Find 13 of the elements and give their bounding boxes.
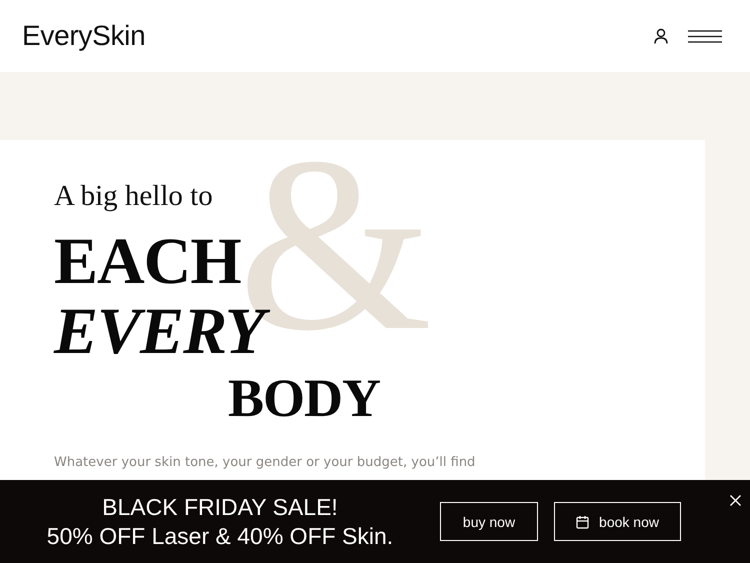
hero-intro: A big hello to: [54, 180, 214, 213]
calendar-icon: [576, 514, 590, 528]
banner-headline: BLACK FRIDAY SALE!: [101, 492, 339, 522]
logo[interactable]: EverySkin: [22, 20, 146, 52]
hero-heading: EACH: [54, 229, 242, 295]
buy-button[interactable]: buy now: [440, 502, 538, 541]
banner-subline: 50% OFF Laser & 40% OFF Skin.: [46, 522, 394, 550]
hero-heading: BODY: [228, 371, 382, 425]
user-icon[interactable]: [654, 28, 668, 44]
menu-icon[interactable]: [688, 30, 722, 42]
book-button[interactable]: book now: [554, 502, 681, 541]
close-icon[interactable]: [730, 495, 741, 506]
hero-paragraph: Whatever your skin tone, your gender or your budget, you’ll find: [54, 455, 476, 470]
